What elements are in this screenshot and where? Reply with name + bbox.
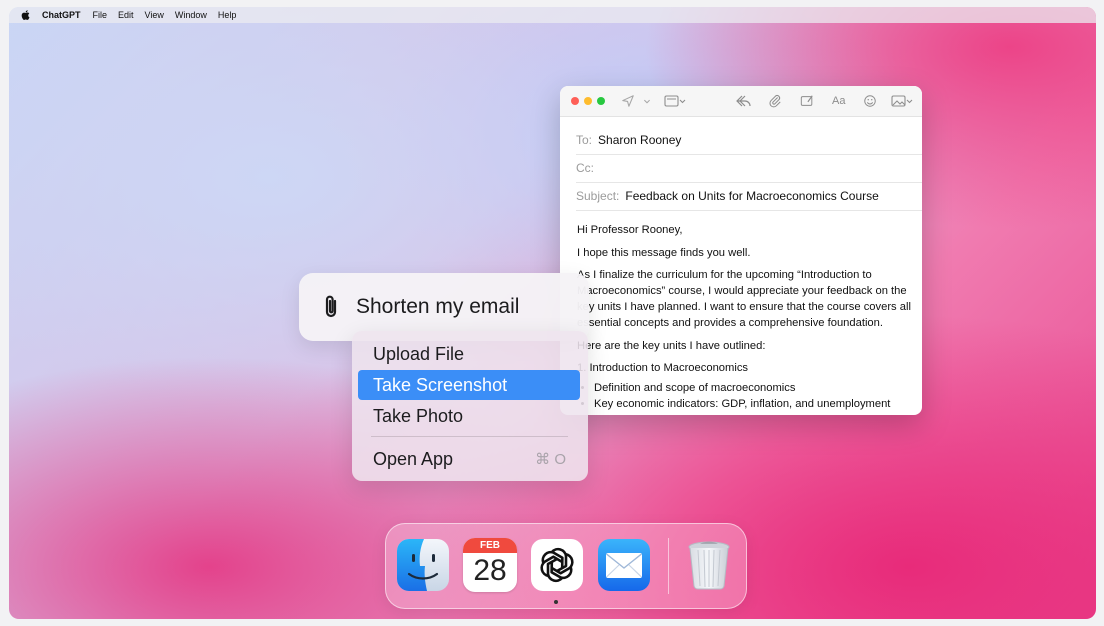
list-item: Key economic indicators: GDP, inflation,…: [594, 396, 912, 412]
dock-divider: [668, 538, 669, 594]
menu-bar: ChatGPT File Edit View Window Help: [9, 7, 1096, 23]
finder-icon[interactable]: [396, 538, 450, 592]
email-body[interactable]: Hi Professor Rooney, I hope this message…: [577, 222, 912, 412]
email-greeting: Hi Professor Rooney,: [577, 224, 683, 236]
close-window-button[interactable]: [571, 97, 579, 105]
photo-browser-icon[interactable]: [891, 94, 913, 108]
menu-separator: [371, 436, 568, 437]
emoji-icon[interactable]: [863, 94, 877, 108]
menu-item-label: Upload File: [373, 343, 465, 364]
menu-item-label: Open App: [373, 448, 454, 469]
paperclip-icon[interactable]: [320, 293, 342, 321]
menu-app-name[interactable]: ChatGPT: [42, 10, 81, 20]
menu-item-shortcut: ⌘ O: [535, 451, 566, 468]
calendar-month: FEB: [463, 538, 517, 553]
subject-label: Subject:: [576, 189, 620, 203]
mail-toolbar: Aa: [560, 86, 922, 117]
chatgpt-icon[interactable]: [530, 538, 584, 592]
apple-icon[interactable]: [20, 9, 32, 21]
email-bullet-list: Definition and scope of macroeconomics K…: [577, 380, 912, 412]
subject-value[interactable]: Feedback on Units for Macroeconomics Cou…: [625, 189, 878, 203]
menu-view[interactable]: View: [145, 10, 164, 20]
attachment-icon[interactable]: [768, 94, 782, 108]
desktop: ChatGPT File Edit View Window Help Aa To…: [9, 7, 1096, 619]
markup-icon[interactable]: [800, 94, 814, 108]
minimize-window-button[interactable]: [584, 97, 592, 105]
prompt-text[interactable]: Shorten my email: [356, 295, 519, 319]
to-recipient[interactable]: Sharon Rooney: [598, 133, 681, 147]
menu-help[interactable]: Help: [218, 10, 237, 20]
dock: FEB 28: [385, 523, 747, 609]
email-paragraph: I hope this message finds you well.: [577, 246, 751, 259]
email-paragraph: Here are the key units I have outlined:: [577, 339, 766, 352]
mail-compose-window: Aa To: Sharon Rooney Cc: Subject: Feedba…: [560, 86, 922, 415]
format-icon[interactable]: Aa: [832, 94, 850, 108]
menu-item-upload-file[interactable]: Upload File: [358, 339, 580, 369]
running-indicator: [554, 600, 558, 604]
list-item: Definition and scope of macroeconomics: [594, 380, 912, 396]
menu-item-take-screenshot[interactable]: Take Screenshot: [358, 370, 580, 400]
to-field[interactable]: To: Sharon Rooney: [576, 126, 922, 155]
calendar-icon[interactable]: FEB 28: [463, 538, 517, 592]
email-unit-heading: 1. Introduction to Macroeconomics: [577, 362, 749, 374]
menu-item-label: Take Photo: [373, 405, 464, 426]
menu-item-take-photo[interactable]: Take Photo: [358, 401, 580, 431]
reply-icon[interactable]: [736, 94, 752, 108]
to-label: To:: [576, 133, 593, 147]
send-icon[interactable]: [621, 94, 635, 108]
mail-icon[interactable]: [597, 538, 651, 592]
subject-field[interactable]: Subject: Feedback on Units for Macroecon…: [576, 182, 922, 211]
calendar-day: 28: [473, 554, 507, 587]
zoom-window-button[interactable]: [597, 97, 605, 105]
trash-icon[interactable]: [682, 538, 736, 592]
menu-window[interactable]: Window: [175, 10, 207, 20]
cc-field[interactable]: Cc:: [576, 154, 922, 183]
attachment-menu: Upload File Take Screenshot Take Photo O…: [352, 331, 588, 481]
menu-file[interactable]: File: [93, 10, 108, 20]
menu-item-open-app[interactable]: Open App ⌘ O: [358, 444, 580, 474]
email-paragraph: As I finalize the curriculum for the upc…: [577, 269, 911, 329]
menu-edit[interactable]: Edit: [118, 10, 134, 20]
chevron-down-icon[interactable]: [643, 94, 651, 108]
menu-item-label: Take Screenshot: [373, 374, 508, 395]
cc-label: Cc:: [576, 161, 594, 175]
header-fields-icon[interactable]: [664, 94, 686, 108]
